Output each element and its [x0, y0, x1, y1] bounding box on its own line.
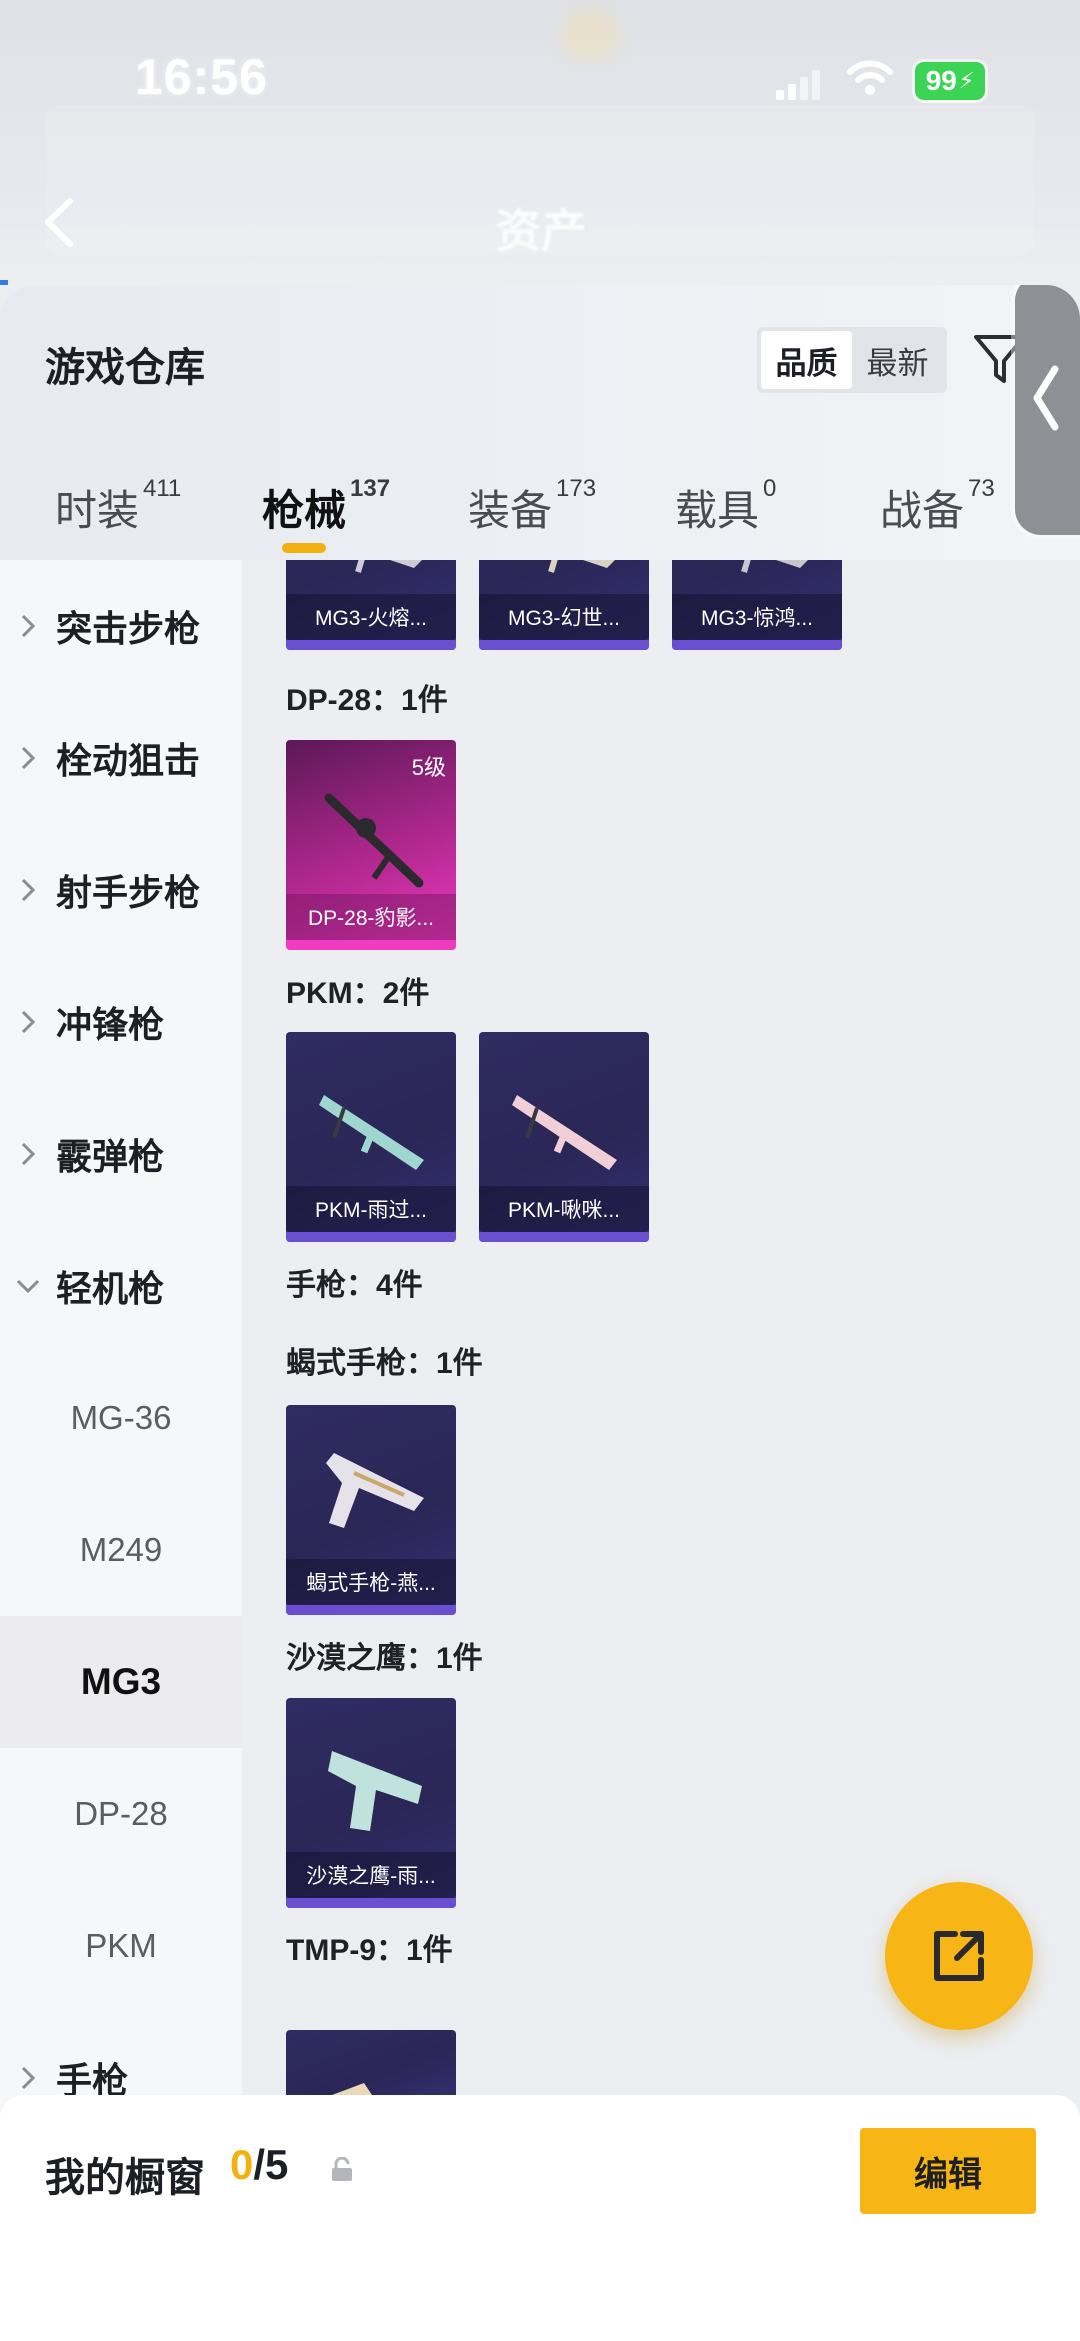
sidebar-item-label: 冲锋枪 — [56, 1004, 165, 1045]
weapon-card[interactable]: PKM-雨过... — [286, 1032, 456, 1242]
weapon-card-name: MG3-火熔... — [286, 594, 456, 640]
sidebar-subitem-mg36[interactable]: MG-36 — [0, 1352, 242, 1484]
chevron-right-icon — [0, 1141, 56, 1167]
weapon-list: MG3-火熔... MG3-幻世... MG3-惊鸿... DP-28：1件 5… — [242, 560, 1080, 1980]
tab-fashion[interactable]: 时装 411 — [55, 475, 182, 538]
sidebar-item-marksman-rifle[interactable]: 射手步枪 — [0, 824, 242, 956]
showcase-label: 我的橱窗 — [45, 2156, 205, 2200]
lmg-icon — [324, 793, 424, 888]
showcase-total: /5 — [253, 2141, 289, 2188]
nav-title: 资产 — [495, 205, 587, 257]
group-label-pistols: 手枪：4件 — [286, 1269, 423, 1302]
tab-label: 枪械 — [262, 487, 347, 534]
sort-latest-button[interactable]: 最新 — [852, 331, 943, 389]
weapon-card[interactable]: 沙漠之鹰-雨... — [286, 1698, 456, 1908]
weapon-card[interactable]: MG3-火熔... — [286, 560, 456, 650]
share-button[interactable] — [885, 1882, 1033, 2030]
weapon-card-name: 沙漠之鹰-雨... — [286, 1852, 456, 1898]
sidebar-item-label: 突击步枪 — [56, 608, 201, 649]
sort-quality-button[interactable]: 品质 — [761, 331, 852, 389]
sidebar-subitem-pkm[interactable]: PKM — [0, 1880, 242, 2012]
lmg-icon — [355, 560, 422, 573]
tab-equipment[interactable]: 装备 173 — [468, 475, 597, 538]
lmg-icon — [548, 560, 615, 573]
sidebar-item-label: 霰弹枪 — [56, 1136, 165, 1177]
weapon-card[interactable]: 5级 DP-28-豹影... — [286, 740, 456, 950]
category-tabs: 时装 411 枪械 137 装备 173 载具 0 战备 73 — [0, 465, 1080, 565]
external-link-icon — [934, 1931, 984, 1981]
wifi-icon — [847, 60, 893, 95]
sidebar-item-lmg[interactable]: 轻机枪 — [0, 1220, 242, 1352]
chevron-right-icon — [0, 2065, 56, 2091]
weapon-card[interactable]: 蝎式手枪-燕... — [286, 1405, 456, 1615]
tab-label: 时装 — [55, 487, 140, 534]
sheet-title: 游戏仓库 — [45, 346, 205, 390]
weapon-card-name: PKM-啾咪... — [479, 1186, 649, 1232]
weapon-card[interactable]: PKM-啾咪... — [479, 1032, 649, 1242]
group-label-scorpion: 蝎式手枪：1件 — [286, 1347, 483, 1380]
weapon-card-name: MG3-幻世... — [479, 594, 649, 640]
battery-level: 99 — [925, 65, 957, 96]
blurred-avatar — [560, 10, 620, 60]
sidebar-item-smg[interactable]: 冲锋枪 — [0, 956, 242, 1088]
chevron-right-icon — [0, 877, 56, 903]
sidebar-item-label: 轻机枪 — [56, 1268, 165, 1309]
chevron-down-icon — [0, 1278, 56, 1294]
group-label-tmp9: TMP-9：1件 — [286, 1934, 453, 1967]
sidebar-item-bolt-sniper[interactable]: 栓动狙击 — [0, 692, 242, 824]
signal-icon — [776, 70, 820, 100]
sidebar-subitem-mg3[interactable]: MG3 — [0, 1616, 242, 1748]
tab-count: 0 — [763, 475, 777, 502]
group-label-pkm: PKM：2件 — [286, 977, 430, 1010]
sidebar-item-shotgun[interactable]: 霰弹枪 — [0, 1088, 242, 1220]
back-icon[interactable] — [40, 195, 80, 250]
showcase-count: 0/5 — [230, 2141, 288, 2189]
background-app-bar: 16:56 99 ⚡ 资产 — [0, 0, 1080, 285]
status-time: 16:56 — [135, 49, 268, 105]
group-label-deagle: 沙漠之鹰：1件 — [286, 1642, 483, 1675]
chevron-right-icon — [0, 613, 56, 639]
chevron-right-icon — [0, 1009, 56, 1035]
tab-label: 战备 — [880, 487, 965, 534]
edit-button[interactable]: 编辑 — [860, 2128, 1036, 2214]
group-label-dp28: DP-28：1件 — [286, 684, 448, 717]
showcase-current: 0 — [230, 2141, 254, 2188]
sidebar-subitem-dp28[interactable]: DP-28 — [0, 1748, 242, 1880]
tab-count: 137 — [350, 475, 391, 502]
weapon-card[interactable]: MG3-惊鸿... — [672, 560, 842, 650]
lmg-icon — [512, 1095, 617, 1170]
game-warehouse-sheet: 游戏仓库 品质 最新 时装 411 枪械 137 装备 173 载具 0 战备 73 突击… — [0, 285, 1080, 2341]
weapon-card-name: PKM-雨过... — [286, 1186, 456, 1232]
pistol-icon — [326, 1453, 424, 1528]
tab-firearms[interactable]: 枪械 137 — [262, 475, 391, 538]
lock-icon — [332, 2157, 352, 2181]
sidebar-item-label: 射手步枪 — [56, 872, 201, 913]
weapon-category-sidebar: 突击步枪 栓动狙击 射手步枪 冲锋枪 霰弹枪 轻机枪 MG-36 M249 MG… — [0, 560, 242, 2200]
weapon-card-name: DP-28-豹影... — [286, 894, 456, 940]
sidebar-item-assault-rifle[interactable]: 突击步枪 — [0, 560, 242, 692]
battery-indicator: 99 ⚡ — [915, 62, 985, 100]
weapon-card-name: 蝎式手枪-燕... — [286, 1559, 456, 1605]
tab-count: 173 — [556, 475, 597, 502]
lmg-icon — [319, 1095, 424, 1170]
tab-count: 411 — [143, 475, 182, 502]
chevron-left-icon — [1033, 365, 1059, 431]
active-tab-indicator — [282, 543, 326, 553]
tab-count: 73 — [968, 475, 995, 502]
sidebar-subitem-m249[interactable]: M249 — [0, 1484, 242, 1616]
pistol-icon — [328, 1751, 422, 1831]
lmg-icon — [741, 560, 808, 573]
sidebar-item-label: 栓动狙击 — [56, 740, 201, 781]
showcase-bar: 我的橱窗 0/5 编辑 — [0, 2095, 1080, 2341]
chevron-right-icon — [0, 745, 56, 771]
weapon-card[interactable]: MG3-幻世... — [479, 560, 649, 650]
charging-icon: ⚡ — [958, 68, 975, 93]
sort-toggle: 品质 最新 — [757, 327, 947, 393]
weapon-card-name: MG3-惊鸿... — [672, 594, 842, 640]
tab-supplies[interactable]: 战备 73 — [880, 475, 995, 538]
tab-label: 装备 — [468, 487, 553, 534]
tab-vehicles[interactable]: 载具 0 — [675, 475, 777, 538]
tab-label: 载具 — [675, 487, 760, 534]
